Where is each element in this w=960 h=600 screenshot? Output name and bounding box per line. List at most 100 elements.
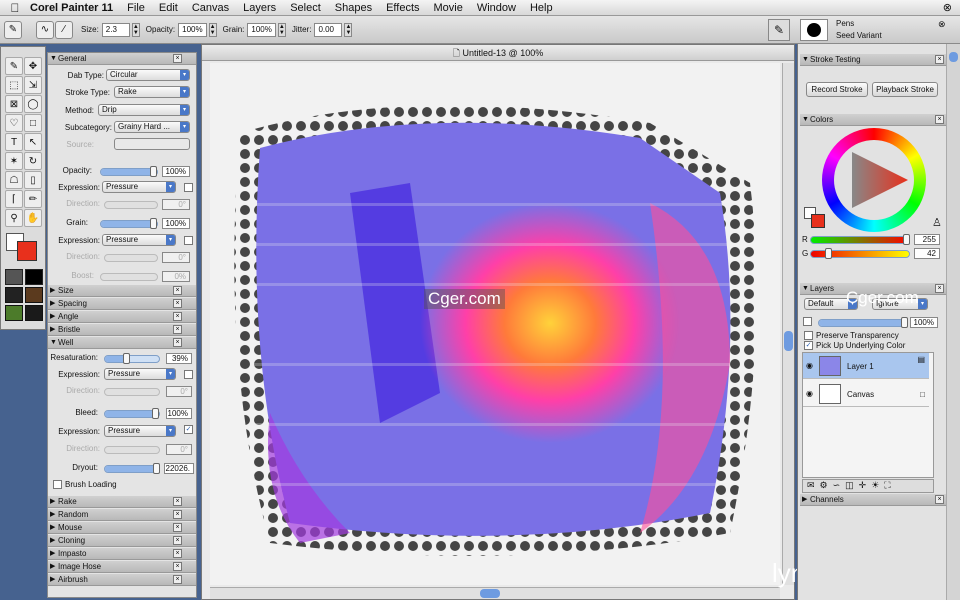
paint-bucket-icon[interactable]: ☖ [5, 171, 23, 189]
cloner-icon[interactable]: ✏ [24, 190, 42, 208]
section-angle[interactable]: ▶ Angle × [48, 311, 196, 323]
dryout-slider-thumb[interactable] [153, 463, 160, 474]
grain-invert-checkbox[interactable] [184, 236, 193, 245]
stroke-testing-header[interactable]: ▼ Stroke Testing × [800, 54, 946, 66]
jitter-stepper[interactable]: ▲ ▼ [344, 22, 353, 37]
eraser-icon[interactable]: ▯ [24, 171, 42, 189]
main-color-chip[interactable] [811, 214, 825, 228]
close-section-icon[interactable]: × [173, 536, 182, 545]
grabber-hand-icon[interactable]: ✋ [24, 209, 42, 227]
g-slider[interactable] [810, 248, 910, 259]
close-panel-icon[interactable]: × [935, 55, 944, 64]
channels-header[interactable]: ▶ Channels × [800, 494, 946, 506]
shape-selection-icon[interactable]: ↖ [24, 133, 42, 151]
close-section-icon[interactable]: × [173, 312, 182, 321]
close-window-icon[interactable]: ⊗ [943, 1, 952, 14]
preserve-transparency-checkbox[interactable] [804, 331, 813, 340]
freehand-stroke-icon[interactable]: ∿ [36, 20, 54, 39]
resaturation-value[interactable]: 39% [166, 353, 192, 364]
menu-shapes[interactable]: Shapes [335, 2, 372, 14]
section-bristle[interactable]: ▶ Bristle × [48, 324, 196, 336]
opacity-expression-select[interactable]: Pressure ▾ [102, 181, 176, 193]
section-impasto[interactable]: ▶ Impasto × [48, 548, 196, 560]
layer-adjuster-icon[interactable]: ✥ [24, 57, 42, 75]
g-value[interactable]: 42 [914, 248, 940, 259]
close-section-icon[interactable]: × [173, 497, 182, 506]
bleed-slider-thumb[interactable] [152, 408, 159, 419]
close-panel-icon[interactable]: × [935, 115, 944, 124]
menu-edit[interactable]: Edit [159, 2, 178, 14]
boost-slider[interactable] [100, 273, 158, 281]
layer-opacity-value[interactable]: 100% [910, 317, 938, 328]
opacity-stepper[interactable]: ▲ ▼ [208, 22, 217, 37]
grain-field[interactable]: 100% [247, 22, 276, 37]
grain-slider-thumb[interactable] [150, 218, 157, 229]
look-selector-icon[interactable] [5, 305, 23, 321]
nozzle-selector-icon[interactable] [25, 287, 43, 303]
bleed-direction-slider[interactable] [104, 446, 160, 454]
magic-wand-icon[interactable]: ✶ [5, 152, 23, 170]
bleed-invert-checkbox[interactable]: ✓ [184, 425, 193, 434]
opacity-field[interactable]: 100% [178, 22, 207, 37]
brush-category-icon[interactable]: ✎ [768, 19, 790, 41]
close-panel-icon[interactable]: × [935, 284, 944, 293]
dryout-slider[interactable] [104, 463, 160, 474]
subcategory-select[interactable]: Grainy Hard ... ▾ [114, 121, 190, 133]
record-stroke-button[interactable]: Record Stroke [806, 82, 868, 97]
main-color-swatch[interactable] [17, 241, 37, 261]
transform-icon[interactable]: ⇲ [24, 76, 42, 94]
section-spacing[interactable]: ▶ Spacing × [48, 298, 196, 310]
section-image-hose[interactable]: ▶ Image Hose × [48, 561, 196, 573]
section-cloning[interactable]: ▶ Cloning × [48, 535, 196, 547]
playback-stroke-button[interactable]: Playback Stroke [872, 82, 938, 97]
menu-layers[interactable]: Layers [243, 2, 276, 14]
paper-selector-icon[interactable] [5, 269, 23, 285]
bleed-value[interactable]: 100% [166, 408, 192, 419]
close-section-icon[interactable]: × [173, 299, 182, 308]
vertical-scroll-thumb[interactable] [784, 331, 793, 351]
menu-window[interactable]: Window [477, 2, 516, 14]
lasso-icon[interactable]: ◯ [24, 95, 42, 113]
pick-up-underlying-checkbox[interactable]: ✓ [804, 341, 813, 350]
right-palette-scrollbar[interactable] [946, 44, 960, 600]
dab-type-select[interactable]: Circular ▾ [106, 69, 190, 81]
layer-command-bar[interactable]: ✉⚙∽◫✛☀⛶ [802, 479, 934, 493]
layer-opacity-thumb[interactable] [901, 317, 908, 328]
section-general[interactable]: ▼ General × [48, 53, 196, 65]
section-random[interactable]: ▶ Random × [48, 509, 196, 521]
text-icon[interactable]: T [5, 133, 23, 151]
section-airbrush[interactable]: ▶ Airbrush × [48, 574, 196, 586]
r-slider-thumb[interactable] [903, 234, 910, 245]
dab-preview[interactable] [800, 19, 828, 41]
menu-movie[interactable]: Movie [434, 2, 463, 14]
brush-loading-checkbox[interactable] [53, 480, 62, 489]
resaturation-direction-slider[interactable] [104, 388, 160, 396]
grain-direction-value[interactable]: 0° [162, 252, 190, 263]
close-section-icon[interactable]: × [173, 510, 182, 519]
menu-effects[interactable]: Effects [386, 2, 419, 14]
colors-header[interactable]: ▼ Colors × [800, 114, 946, 126]
brush-category[interactable]: Pens [836, 19, 854, 28]
layer-row-layer-1[interactable]: ◉ Layer 1 ▤ [803, 353, 929, 379]
grain-stepper[interactable]: ▲ ▼ [277, 22, 286, 37]
close-section-icon[interactable]: × [173, 54, 182, 63]
resaturation-slider-thumb[interactable] [123, 353, 130, 364]
crop-icon[interactable]: ⊠ [5, 95, 23, 113]
palette-scroll-thumb[interactable] [949, 52, 958, 62]
dropper-icon[interactable]: ⌈ [5, 190, 23, 208]
straight-line-icon[interactable]: ∕ [55, 20, 73, 39]
horizontal-scroll-thumb[interactable] [480, 589, 500, 598]
pattern-selector-icon[interactable] [5, 287, 23, 303]
weave-selector-icon[interactable] [25, 305, 43, 321]
bleed-slider[interactable] [104, 408, 160, 419]
resaturation-invert-checkbox[interactable] [184, 370, 193, 379]
opacity-slider[interactable] [100, 166, 158, 177]
close-section-icon[interactable]: × [173, 523, 182, 532]
dryout-value[interactable]: 22026. [164, 463, 194, 474]
bleed-expression-select[interactable]: Pressure ▾ [104, 425, 176, 437]
menu-file[interactable]: File [127, 2, 145, 14]
gradient-selector-icon[interactable] [25, 269, 43, 285]
close-section-icon[interactable]: × [173, 562, 182, 571]
brush-icon[interactable]: ✎ [5, 57, 23, 75]
layer-lock-icon[interactable] [803, 317, 812, 326]
